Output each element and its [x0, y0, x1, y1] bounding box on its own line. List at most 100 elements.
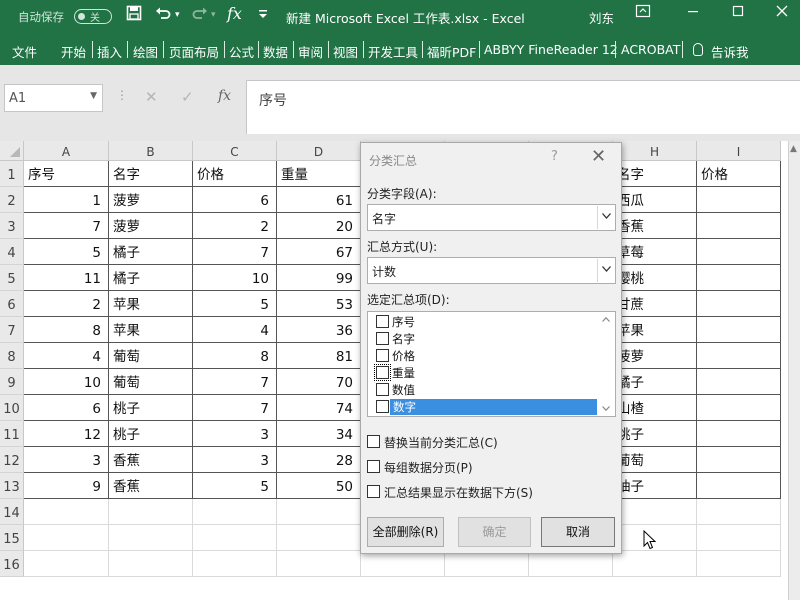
save-icon[interactable] [126, 5, 142, 25]
row-header[interactable]: 16 [0, 551, 24, 577]
list-item[interactable]: 重量 [370, 364, 597, 381]
remove-all-button[interactable]: 全部删除(R) [367, 517, 444, 547]
scroll-up-icon[interactable]: ▲ [790, 144, 797, 154]
cell[interactable]: 3 [193, 421, 277, 447]
cell[interactable]: 61 [277, 187, 361, 213]
cell[interactable]: 名字 [109, 161, 193, 187]
chevron-down-icon[interactable] [597, 206, 614, 229]
cell[interactable] [697, 343, 781, 369]
chevron-up-icon[interactable] [602, 315, 610, 325]
tell-me[interactable]: 告诉我 [711, 42, 749, 61]
cell[interactable] [193, 499, 277, 525]
cell[interactable]: 12 [24, 421, 109, 447]
cell[interactable]: 11 [24, 265, 109, 291]
row-header[interactable]: 8 [0, 343, 24, 369]
tab-review[interactable]: 审阅 [298, 42, 323, 61]
list-item[interactable]: 价格 [370, 347, 597, 364]
minimize-icon[interactable] [683, 4, 703, 26]
chevron-down-icon[interactable]: ▼ [90, 91, 97, 101]
user-name[interactable]: 刘东 [589, 8, 614, 27]
cell[interactable]: 34 [277, 421, 361, 447]
list-item[interactable]: 序号 [370, 313, 597, 330]
maximize-icon[interactable] [728, 4, 748, 26]
cell[interactable]: 苹果 [613, 317, 697, 343]
cell[interactable]: 橘子 [613, 369, 697, 395]
cell[interactable] [529, 551, 613, 577]
cell[interactable]: 7 [193, 369, 277, 395]
cell[interactable] [24, 525, 109, 551]
cell[interactable] [697, 499, 781, 525]
row-header[interactable]: 12 [0, 447, 24, 473]
cell[interactable]: 53 [277, 291, 361, 317]
autosave-toggle[interactable]: 关 [74, 9, 112, 24]
checkbox[interactable] [376, 383, 389, 396]
cell[interactable]: 桃子 [109, 421, 193, 447]
tab-page-layout[interactable]: 页面布局 [169, 42, 219, 61]
cell[interactable]: 8 [24, 317, 109, 343]
tab-formulas[interactable]: 公式 [229, 42, 254, 61]
cell[interactable] [697, 265, 781, 291]
cell[interactable]: 7 [24, 213, 109, 239]
cell[interactable]: 香蕉 [109, 447, 193, 473]
cell[interactable]: 7 [193, 395, 277, 421]
confirm-entry-icon[interactable]: ✓ [181, 88, 194, 106]
cell[interactable]: 74 [277, 395, 361, 421]
cell[interactable]: 西瓜 [613, 187, 697, 213]
cell[interactable]: 价格 [193, 161, 277, 187]
tab-home[interactable]: 开始 [61, 42, 86, 61]
cell[interactable] [193, 551, 277, 577]
cell[interactable] [109, 551, 193, 577]
cell[interactable]: 葡萄 [613, 447, 697, 473]
row-header[interactable]: 15 [0, 525, 24, 551]
cell[interactable] [109, 499, 193, 525]
cell[interactable] [697, 421, 781, 447]
cell[interactable]: 70 [277, 369, 361, 395]
cell[interactable]: 葡萄 [109, 369, 193, 395]
row-header[interactable]: 1 [0, 161, 24, 187]
cell[interactable] [697, 239, 781, 265]
cell[interactable]: 6 [24, 395, 109, 421]
ok-button[interactable]: 确定 [458, 517, 531, 547]
cell[interactable]: 序号 [24, 161, 109, 187]
cell[interactable]: 重量 [277, 161, 361, 187]
checkbox[interactable] [376, 315, 389, 328]
cell[interactable] [24, 499, 109, 525]
checkbox[interactable] [376, 332, 389, 345]
cell[interactable]: 20 [277, 213, 361, 239]
list-item-selected[interactable]: 数字 [370, 398, 600, 415]
row-header[interactable]: 13 [0, 473, 24, 499]
tab-draw[interactable]: 绘图 [133, 42, 158, 61]
checkbox[interactable] [376, 400, 389, 413]
cell[interactable] [697, 187, 781, 213]
redo-icon[interactable] [192, 5, 208, 25]
cell[interactable]: 10 [24, 369, 109, 395]
list-item[interactable]: 数值 [370, 381, 597, 398]
cell[interactable]: 1 [24, 187, 109, 213]
cell[interactable]: 菠萝 [109, 213, 193, 239]
checkbox[interactable] [376, 349, 389, 362]
close-dialog-button[interactable]: ✕ [591, 146, 606, 167]
help-button[interactable]: ? [551, 149, 558, 164]
cell[interactable] [277, 525, 361, 551]
cell[interactable]: 价格 [697, 161, 781, 187]
cell[interactable]: 99 [277, 265, 361, 291]
cancel-button[interactable]: 取消 [541, 517, 615, 547]
row-header[interactable]: 6 [0, 291, 24, 317]
field-select[interactable]: 名字 [367, 204, 616, 231]
cell[interactable]: 樱桃 [613, 265, 697, 291]
column-header-a[interactable]: A [24, 141, 109, 161]
cell[interactable]: 菠萝 [109, 187, 193, 213]
customize-toolbar-icon[interactable] [258, 7, 268, 24]
cell[interactable]: 桃子 [613, 421, 697, 447]
cell[interactable] [445, 551, 529, 577]
cell[interactable] [697, 525, 781, 551]
close-window-icon[interactable] [772, 4, 792, 26]
cell[interactable]: 桃子 [109, 395, 193, 421]
cell[interactable]: 苹果 [109, 291, 193, 317]
cell[interactable]: 3 [193, 447, 277, 473]
list-item[interactable]: 名字 [370, 330, 597, 347]
cell[interactable]: 2 [24, 291, 109, 317]
cell[interactable]: 67 [277, 239, 361, 265]
chevron-down-icon[interactable] [602, 404, 610, 414]
tab-acrobat[interactable]: ACROBAT [621, 42, 680, 57]
